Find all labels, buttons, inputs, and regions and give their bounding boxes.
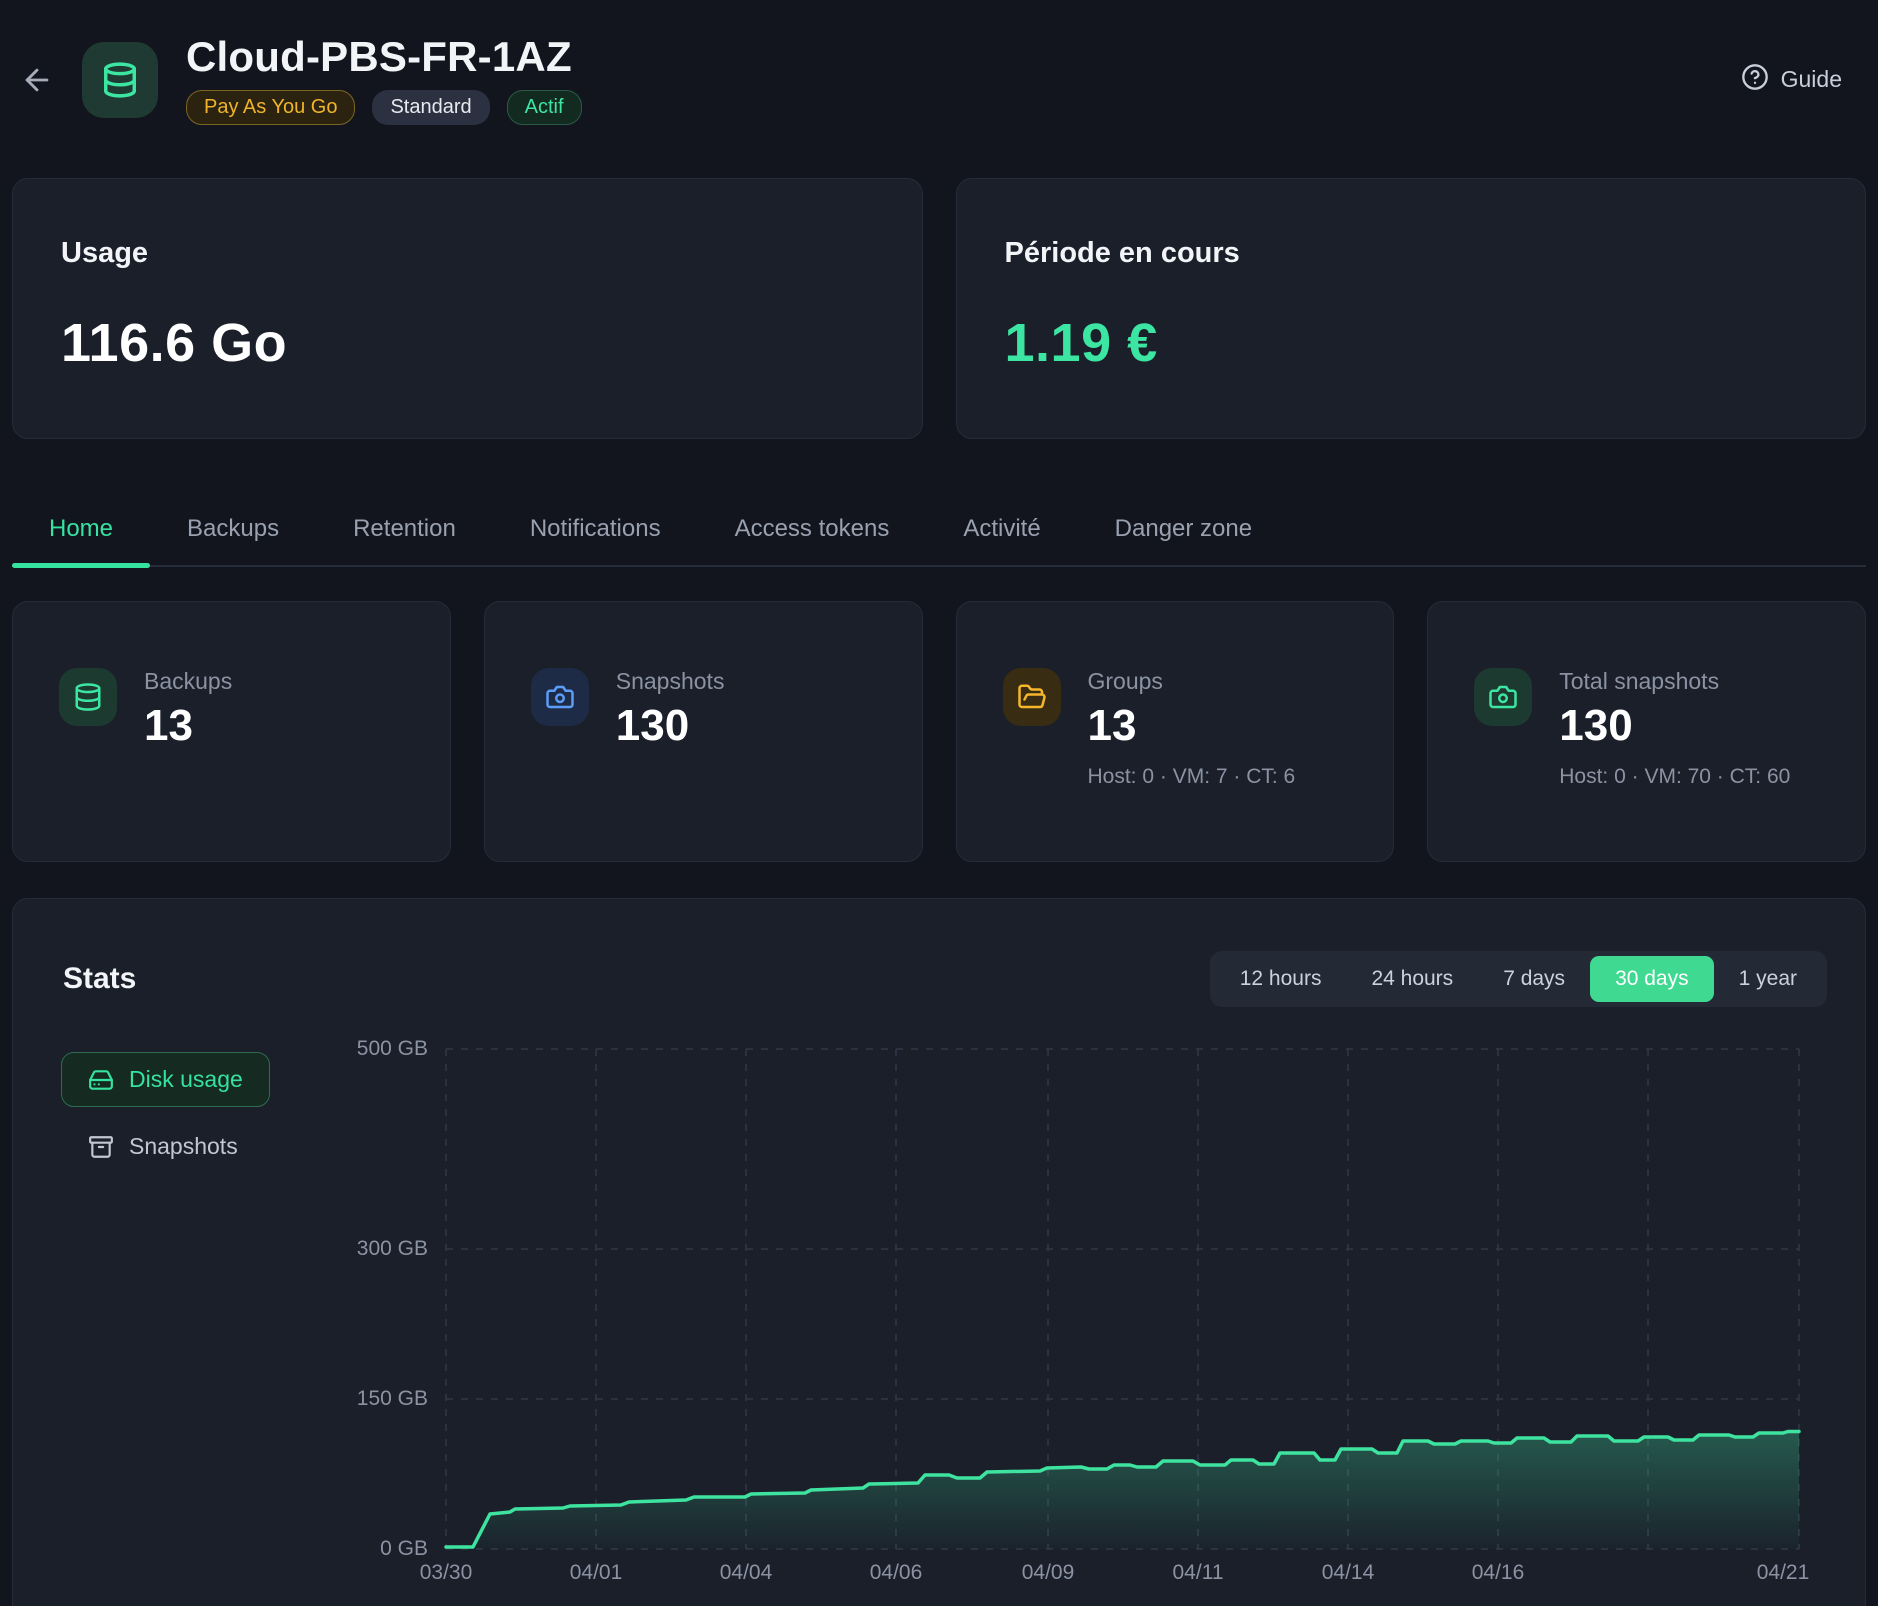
stat-card-body: Backups 13 (144, 668, 232, 751)
series-snapshots-button[interactable]: Snapshots (61, 1119, 265, 1174)
camera-icon (1488, 682, 1518, 712)
time-range-picker: 12 hours24 hours7 days30 days1 year (1210, 951, 1827, 1007)
stat-card-body: Snapshots 130 (616, 668, 725, 751)
x-axis-label: 04/04 (691, 1561, 801, 1585)
stat-cards-row: Backups 13 Snapshots 130 Groups 13 Host: 0 · V… (12, 601, 1866, 862)
guide-link[interactable]: Guide (1741, 63, 1842, 97)
stat-card-label: Groups (1088, 668, 1296, 695)
database-icon (73, 682, 103, 712)
x-axis-label: 04/21 (1728, 1561, 1838, 1585)
usage-card-title: Usage (61, 237, 874, 270)
guide-icon-slot (1741, 63, 1769, 97)
range-12-hours[interactable]: 12 hours (1215, 956, 1347, 1002)
stat-card-body: Total snapshots 130 Host: 0 · VM: 70 · CT:… (1559, 668, 1790, 794)
service-dashboard-page: Cloud-PBS-FR-1AZ Pay As You Go Standard Ac… (0, 0, 1878, 1606)
y-axis-label: 0 GB (328, 1537, 428, 1561)
y-axis-label: 300 GB (328, 1237, 428, 1261)
stat-card-body: Groups 13 Host: 0 · VM: 7 · CT: 6 (1088, 668, 1296, 794)
series-selector: Disk usage Snapshots (61, 1052, 270, 1174)
stat-card-groups: Groups 13 Host: 0 · VM: 7 · CT: 6 (956, 601, 1395, 862)
tab-notifications[interactable]: Notifications (493, 501, 698, 565)
stat-card-label: Total snapshots (1559, 668, 1790, 695)
series-label: Disk usage (129, 1066, 243, 1093)
page-title: Cloud-PBS-FR-1AZ (186, 34, 582, 80)
stat-icon-tile (1474, 668, 1532, 726)
stat-icon-tile (531, 668, 589, 726)
stats-header: Stats 12 hours24 hours7 days30 days1 yea… (63, 951, 1827, 1007)
stat-card-value: 13 (1088, 701, 1296, 751)
page-header: Cloud-PBS-FR-1AZ Pay As You Go Standard Ac… (12, 0, 1866, 125)
x-axis-label: 04/11 (1143, 1561, 1253, 1585)
tab-danger-zone[interactable]: Danger zone (1078, 501, 1289, 565)
stat-card-label: Snapshots (616, 668, 725, 695)
usage-card: Usage 116.6 Go (12, 178, 923, 439)
tab-bar: HomeBackupsRetentionNotificationsAccess … (12, 501, 1866, 567)
database-icon (101, 61, 139, 99)
arrow-left-icon (20, 63, 54, 97)
stats-title: Stats (63, 962, 136, 996)
tab-home[interactable]: Home (12, 501, 150, 565)
back-button[interactable] (14, 57, 60, 103)
folder-open-icon (1017, 682, 1047, 712)
x-axis-label: 04/14 (1293, 1561, 1403, 1585)
badge-row: Pay As You Go Standard Actif (186, 90, 582, 125)
range-1-year[interactable]: 1 year (1714, 956, 1822, 1002)
tab-backups[interactable]: Backups (150, 501, 316, 565)
stat-icon-tile (1003, 668, 1061, 726)
tab-retention[interactable]: Retention (316, 501, 493, 565)
current-period-title: Période en cours (1005, 237, 1818, 270)
x-axis-label: 04/09 (993, 1561, 1103, 1585)
stat-icon-tile (59, 668, 117, 726)
stat-card-subtext: Host: 0 · VM: 7 · CT: 6 (1088, 761, 1296, 794)
stat-card-total-snapshots: Total snapshots 130 Host: 0 · VM: 70 · CT:… (1427, 601, 1866, 862)
range-24-hours[interactable]: 24 hours (1346, 956, 1478, 1002)
x-axis-label: 04/16 (1443, 1561, 1553, 1585)
badge-standard: Standard (372, 90, 489, 125)
tab-activite[interactable]: Activité (926, 501, 1077, 565)
x-axis-label: 04/01 (541, 1561, 651, 1585)
disk-usage-chart: 500 GB300 GB150 GB0 GB 03/3004/0104/0404… (446, 1049, 1799, 1549)
stat-card-subtext: Host: 0 · VM: 70 · CT: 60 (1559, 761, 1790, 794)
stat-card-backups: Backups 13 (12, 601, 451, 862)
archive-icon (88, 1134, 114, 1160)
current-period-card: Période en cours 1.19 € (956, 178, 1867, 439)
stat-card-value: 130 (1559, 701, 1790, 751)
stat-card-snapshots: Snapshots 130 (484, 601, 923, 862)
series-label: Snapshots (129, 1133, 238, 1160)
x-axis-label: 04/06 (841, 1561, 951, 1585)
title-block: Cloud-PBS-FR-1AZ Pay As You Go Standard Ac… (186, 34, 582, 125)
y-axis-label: 500 GB (328, 1037, 428, 1061)
series-disk-usage-button[interactable]: Disk usage (61, 1052, 270, 1107)
help-circle-icon (1741, 63, 1769, 91)
tab-access-tokens[interactable]: Access tokens (698, 501, 927, 565)
camera-icon (545, 682, 575, 712)
stat-card-value: 130 (616, 701, 725, 751)
range-7-days[interactable]: 7 days (1478, 956, 1590, 1002)
usage-card-value: 116.6 Go (61, 312, 874, 374)
summary-cards: Usage 116.6 Go Période en cours 1.19 € (12, 178, 1866, 439)
stats-panel: Stats 12 hours24 hours7 days30 days1 yea… (12, 898, 1866, 1606)
stat-card-label: Backups (144, 668, 232, 695)
current-period-value: 1.19 € (1005, 312, 1818, 374)
service-avatar (82, 42, 158, 118)
x-axis-label: 03/30 (391, 1561, 501, 1585)
hard-drive-icon (88, 1067, 114, 1093)
range-30-days[interactable]: 30 days (1590, 956, 1714, 1002)
badge-actif: Actif (507, 90, 582, 125)
guide-label: Guide (1781, 66, 1842, 93)
y-axis-label: 150 GB (328, 1387, 428, 1411)
badge-pay-as-you-go: Pay As You Go (186, 90, 355, 125)
chart-plot-svg (446, 1049, 1799, 1549)
stat-card-value: 13 (144, 701, 232, 751)
